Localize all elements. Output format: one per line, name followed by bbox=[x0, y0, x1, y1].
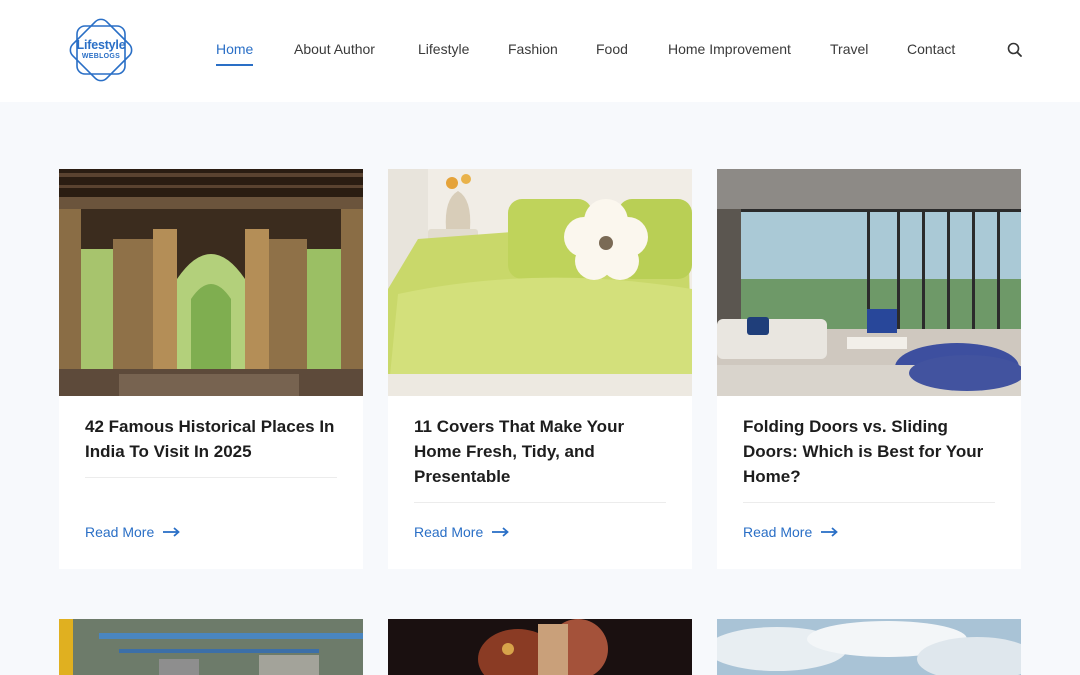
nav-food[interactable]: Food bbox=[596, 41, 628, 57]
search-icon bbox=[1007, 42, 1022, 57]
post-thumbnail-historical-arches[interactable] bbox=[59, 169, 363, 396]
nav-home[interactable]: Home bbox=[216, 41, 254, 66]
nav-lifestyle[interactable]: Lifestyle bbox=[418, 41, 469, 57]
post-title[interactable]: 42 Famous Historical Places In India To … bbox=[85, 414, 339, 464]
search-button[interactable] bbox=[1006, 41, 1024, 59]
post-card: 42 Famous Historical Places In India To … bbox=[59, 169, 363, 569]
card-divider bbox=[85, 477, 337, 478]
nav-home-improvement[interactable]: Home Improvement bbox=[668, 41, 791, 57]
nav-fashion[interactable]: Fashion bbox=[508, 41, 558, 57]
read-more-link[interactable]: Read More bbox=[414, 524, 510, 540]
post-thumbnail-glass-doors[interactable] bbox=[717, 169, 1021, 396]
read-more-label: Read More bbox=[414, 524, 484, 540]
arrow-right-icon bbox=[163, 527, 181, 537]
post-thumbnail-sofa-cover[interactable] bbox=[388, 169, 692, 396]
post-title[interactable]: Folding Doors vs. Sliding Doors: Which i… bbox=[743, 414, 997, 489]
site-logo[interactable]: Lifestyle WEBLOGS bbox=[62, 12, 140, 88]
nav-about-author[interactable]: About Author bbox=[294, 41, 375, 57]
read-more-link[interactable]: Read More bbox=[85, 524, 181, 540]
read-more-label: Read More bbox=[743, 524, 813, 540]
nav-contact[interactable]: Contact bbox=[907, 41, 955, 57]
post-thumbnail-sky[interactable] bbox=[717, 619, 1021, 675]
card-divider bbox=[743, 502, 995, 503]
read-more-link[interactable]: Read More bbox=[743, 524, 839, 540]
read-more-label: Read More bbox=[85, 524, 155, 540]
post-thumbnail-industrial[interactable] bbox=[59, 619, 363, 675]
logo-text-secondary: WEBLOGS bbox=[81, 53, 121, 60]
post-card: Folding Doors vs. Sliding Doors: Which i… bbox=[717, 169, 1021, 569]
post-title[interactable]: 11 Covers That Make Your Home Fresh, Tid… bbox=[414, 414, 668, 489]
arrow-right-icon bbox=[821, 527, 839, 537]
card-divider bbox=[414, 502, 666, 503]
post-card: 11 Covers That Make Your Home Fresh, Tid… bbox=[388, 169, 692, 569]
arrow-right-icon bbox=[492, 527, 510, 537]
post-thumbnail-bridal-hands[interactable] bbox=[388, 619, 692, 675]
logo-text-primary: Lifestyle bbox=[76, 38, 126, 52]
nav-travel[interactable]: Travel bbox=[830, 41, 868, 57]
site-header: Lifestyle WEBLOGS Home About Author Life… bbox=[0, 0, 1080, 102]
